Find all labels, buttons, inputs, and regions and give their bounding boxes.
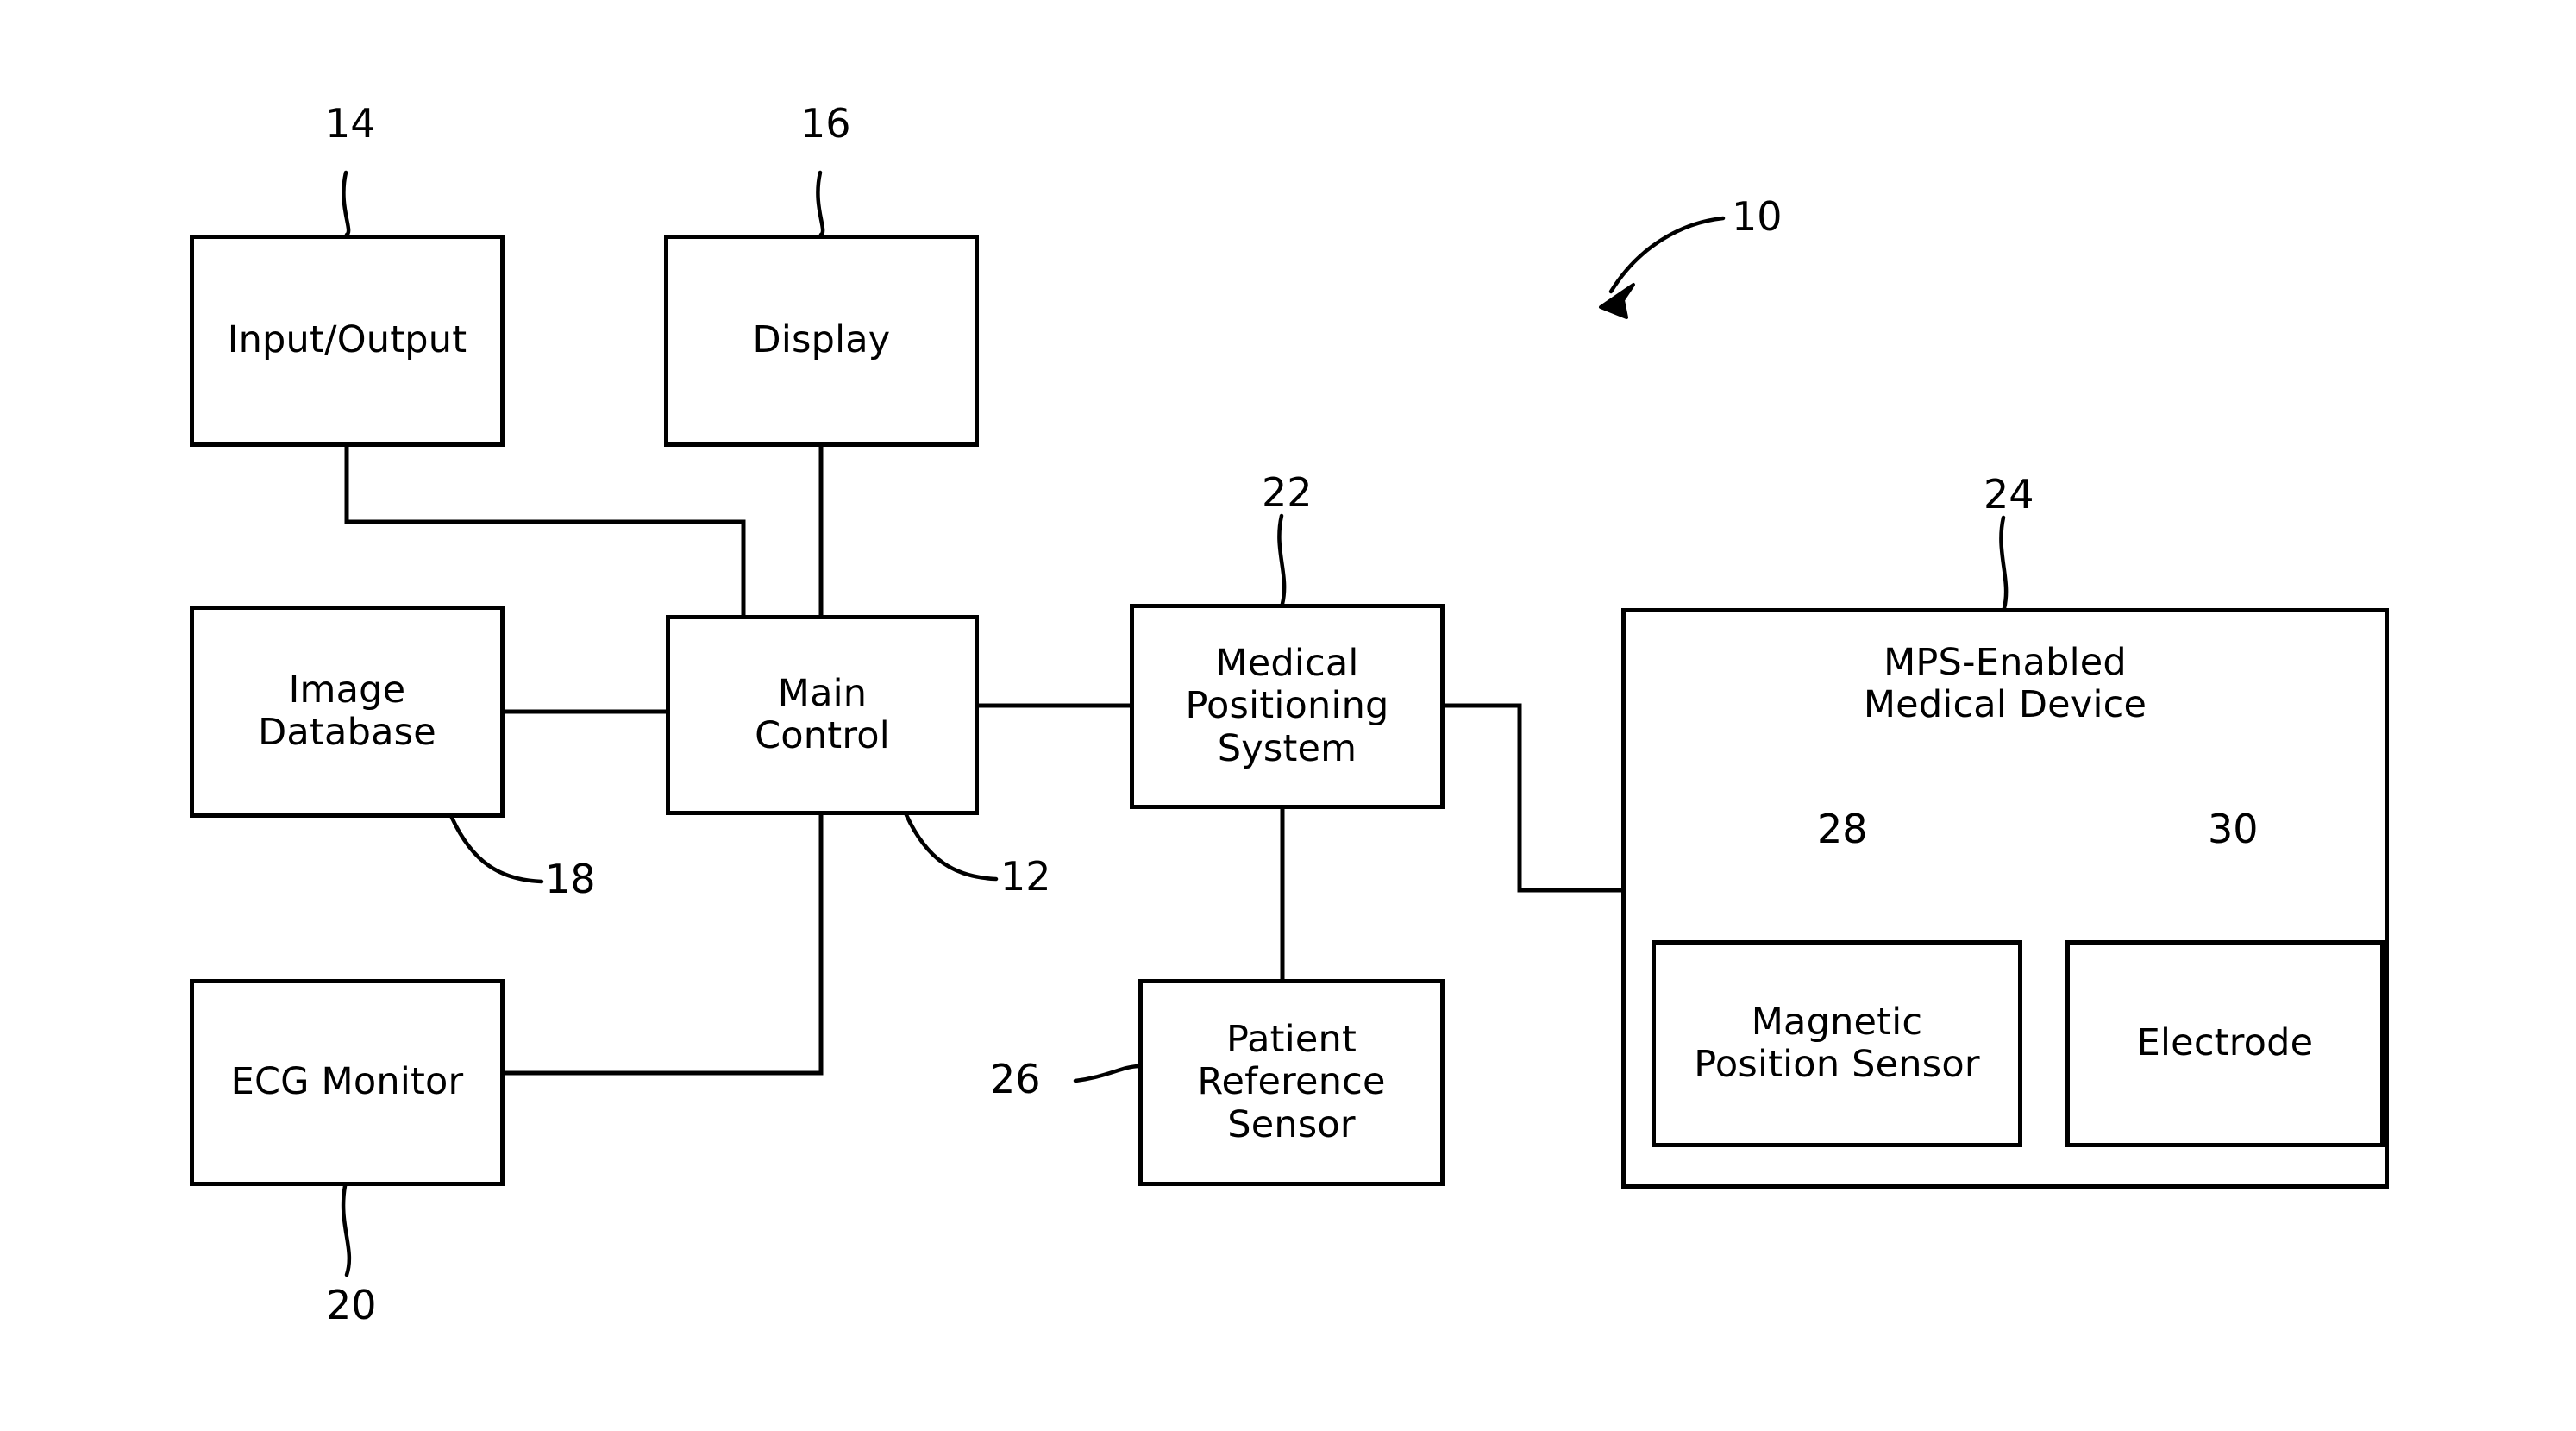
block-patient-reference-sensor[interactable]: Patient Reference Sensor — [1138, 979, 1445, 1186]
wire-mps-to-medical-device — [1445, 703, 1622, 893]
block-main-control[interactable]: Main Control — [666, 615, 979, 815]
block-image-database[interactable]: Image Database — [190, 606, 505, 818]
leader-line-20 — [341, 1183, 352, 1277]
reference-numeral-24: 24 — [1984, 471, 2034, 518]
block-display[interactable]: Display — [664, 235, 979, 447]
block-main-control-label: Main Control — [755, 671, 890, 757]
block-patient-reference-sensor-label: Patient Reference Sensor — [1197, 1018, 1386, 1146]
leader-line-16 — [816, 170, 825, 237]
block-magnetic-position-sensor-label: Magnetic Position Sensor — [1694, 1000, 1980, 1086]
leader-line-26 — [1073, 1064, 1141, 1083]
block-image-database-label: Image Database — [258, 668, 436, 754]
reference-numeral-16: 16 — [800, 100, 851, 147]
block-ecg-monitor[interactable]: ECG Monitor — [190, 979, 505, 1186]
block-display-label: Display — [752, 318, 891, 362]
leader-line-12 — [904, 813, 999, 882]
leader-line-22 — [1277, 513, 1287, 606]
reference-numeral-20: 20 — [326, 1282, 377, 1328]
block-electrode-label: Electrode — [2136, 1021, 2314, 1065]
wire-io-to-main-control — [344, 447, 746, 615]
block-input-output-label: Input/Output — [227, 318, 467, 362]
leader-line-10 — [1608, 216, 1726, 294]
block-electrode[interactable]: Electrode — [2065, 940, 2385, 1147]
reference-numeral-10: 10 — [1732, 193, 1783, 240]
reference-numeral-18: 18 — [545, 856, 596, 902]
reference-numeral-22: 22 — [1262, 469, 1313, 516]
block-input-output[interactable]: Input/Output — [190, 235, 505, 447]
reference-numeral-30: 30 — [2208, 806, 2259, 852]
figure-canvas: Input/Output Display Image Database Main… — [0, 0, 2576, 1431]
leader-line-24 — [1999, 515, 2009, 611]
wire-main-control-to-ecg-monitor — [505, 815, 824, 1076]
block-medical-positioning-system-label: Medical Positioning System — [1185, 642, 1389, 770]
reference-numeral-28: 28 — [1817, 806, 1868, 852]
reference-numeral-12: 12 — [1000, 853, 1051, 900]
block-medical-positioning-system[interactable]: Medical Positioning System — [1130, 604, 1445, 809]
reference-numeral-14: 14 — [325, 100, 376, 147]
block-ecg-monitor-label: ECG Monitor — [230, 1060, 464, 1104]
leader-line-14 — [342, 170, 351, 237]
reference-numeral-26: 26 — [990, 1056, 1041, 1102]
arrowhead-10 — [1599, 283, 1635, 319]
leader-line-18 — [449, 815, 544, 884]
block-magnetic-position-sensor[interactable]: Magnetic Position Sensor — [1652, 940, 2022, 1147]
block-mps-enabled-medical-device-label: MPS-Enabled Medical Device — [1863, 641, 2147, 727]
